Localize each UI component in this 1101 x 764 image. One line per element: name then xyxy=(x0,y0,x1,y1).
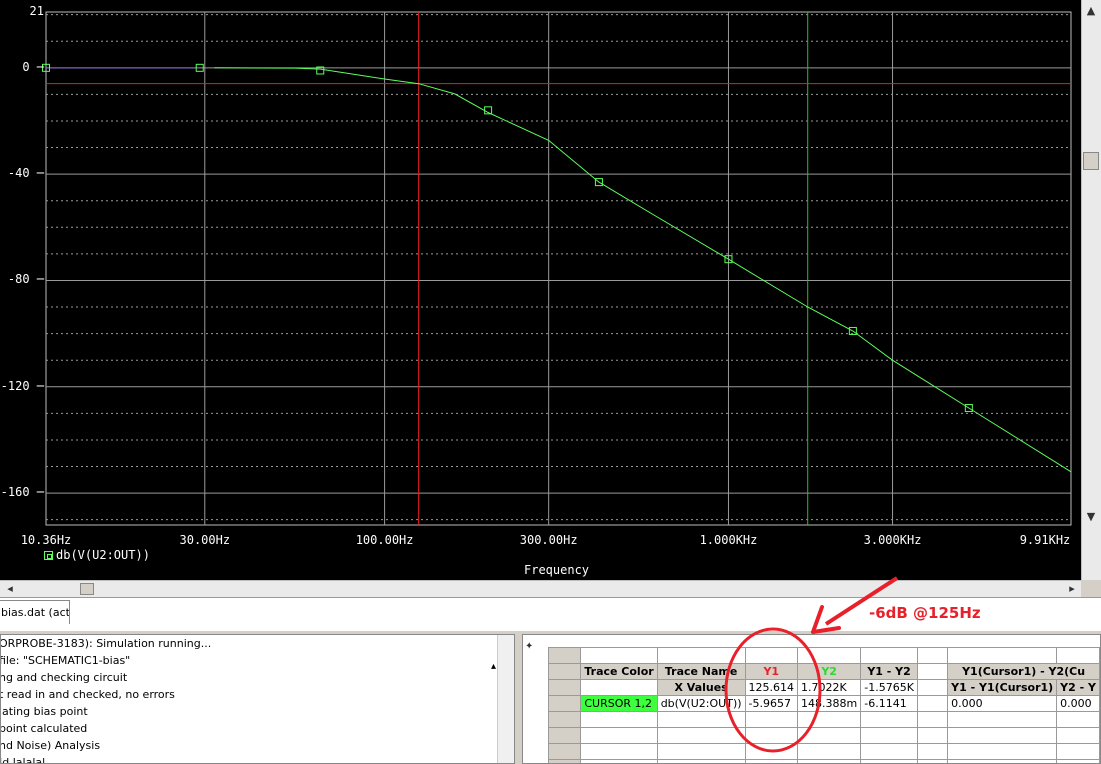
annotation-label: -6dB @125Hz xyxy=(869,604,981,622)
table-row-empty xyxy=(547,711,1100,728)
horizontal-scrollbar[interactable]: ◂ ▸ xyxy=(0,580,1081,597)
header-y1-minus-y2: Y1 - Y2 xyxy=(860,663,918,680)
scroll-left-icon[interactable]: ◂ xyxy=(2,582,18,595)
log-line: file: "SCHEMATIC1-bias" xyxy=(0,654,131,667)
header-y2: Y2 xyxy=(797,663,862,680)
x-tick-label: 30.00Hz xyxy=(179,533,231,547)
x-tick-label: 300.00Hz xyxy=(519,533,578,547)
table-header-row: Trace Color Trace Name Y1 Y2 Y1 - Y2 Y1(… xyxy=(547,663,1100,680)
y-tick-label: -80 ─ xyxy=(7,272,44,287)
pin-icon[interactable]: ✦ xyxy=(525,641,543,652)
log-line: Id lalalal xyxy=(0,756,46,764)
cell-x-values-label: X Values xyxy=(656,679,746,696)
cursor-table: Trace Color Trace Name Y1 Y2 Y1 - Y2 Y1(… xyxy=(547,647,1100,763)
log-caret-icon: ▴ xyxy=(491,661,497,672)
y-tick-label: 21 xyxy=(29,4,44,18)
cursor-lines xyxy=(46,12,1071,525)
table-row-x-values: X Values 125.614 1.7022K -1.5765K Y1 - Y… xyxy=(547,679,1100,696)
header-cursor-diff: Y1(Cursor1) - Y2(Cu xyxy=(947,663,1100,680)
cell-y1-minus-y1c: Y1 - Y1(Cursor1) xyxy=(947,679,1058,696)
header-blank xyxy=(916,663,949,680)
trace-line xyxy=(214,67,1072,473)
panel-toolbar[interactable]: ✦ xyxy=(525,641,543,671)
cell-c2-value[interactable]: 0.000 xyxy=(1056,695,1100,712)
y-tick-label: -120 ─ xyxy=(0,378,44,393)
log-line: lating bias point xyxy=(0,705,88,718)
log-line: nd Noise) Analysis xyxy=(0,739,101,752)
x-tick-label: 1.000KHz xyxy=(699,533,758,547)
tab-simulation-file[interactable]: bias.dat (act... xyxy=(0,600,70,624)
cell xyxy=(916,679,949,696)
vertical-scrollbar[interactable]: ▲ ▼ xyxy=(1081,0,1101,580)
cell-y1-value[interactable]: -5.9657 xyxy=(744,695,799,712)
grid-lines xyxy=(46,12,1071,525)
output-log[interactable]: ORPROBE-3183): Simulation running... file… xyxy=(0,634,515,764)
y-tick-label: -40 ─ xyxy=(7,166,44,181)
scroll-up-icon[interactable]: ▲ xyxy=(1083,4,1099,17)
cell xyxy=(580,679,658,696)
trace-layer xyxy=(214,67,1072,473)
header-y1: Y1 xyxy=(744,663,799,680)
legend[interactable]: db(V(U2:OUT)) xyxy=(44,548,150,562)
header-trace-color: Trace Color xyxy=(580,663,658,680)
log-line: t read in and checked, no errors xyxy=(0,688,175,701)
plot-area[interactable] xyxy=(0,0,1081,580)
legend-label: db(V(U2:OUT)) xyxy=(56,548,150,562)
probe-cursor-panel: ✦ Trace Color Trace Name Y1 Y2 Y1 - Y2 Y… xyxy=(522,634,1101,764)
log-lines: ORPROBE-3183): Simulation running... file… xyxy=(0,635,514,764)
x-tick-label: 3.000KHz xyxy=(863,533,922,547)
square-marker-icon xyxy=(44,550,53,560)
y-tick-label: 0 ─ xyxy=(22,59,44,74)
log-line: point calculated xyxy=(0,722,88,735)
scroll-down-icon[interactable]: ▼ xyxy=(1083,510,1099,523)
cell-trace-name[interactable]: db(V(U2:OUT)) xyxy=(656,695,746,712)
log-line: ng and checking circuit xyxy=(0,671,128,684)
x-tick-label: 100.00Hz xyxy=(355,533,414,547)
horizontal-scroll-thumb[interactable] xyxy=(80,583,94,595)
trace-color-swatch[interactable]: CURSOR 1,2 xyxy=(580,695,658,712)
log-line: ORPROBE-3183): Simulation running... xyxy=(0,637,212,650)
cell-diff-value[interactable]: -6.1141 xyxy=(860,695,918,712)
cell-y2-minus-y: Y2 - Y xyxy=(1056,679,1100,696)
trace-markers xyxy=(42,63,973,413)
table-row-empty xyxy=(547,743,1100,760)
cell xyxy=(916,695,949,712)
plot-frame xyxy=(45,11,1072,526)
cell-x-y1[interactable]: 125.614 xyxy=(744,679,799,696)
cell-c1-value[interactable]: 0.000 xyxy=(947,695,1058,712)
table-row-spacer xyxy=(547,647,1100,664)
table-row-empty xyxy=(547,759,1100,763)
table-row-empty xyxy=(547,727,1100,744)
log-scrollbar[interactable] xyxy=(497,635,514,763)
cell-y2-value[interactable]: 148.388m xyxy=(797,695,862,712)
plot-window[interactable]: 21 0 ─ -40 ─ -80 ─ -120 ─ -160 ─ 10.36Hz 30.00… xyxy=(0,0,1081,580)
cell-x-y2[interactable]: 1.7022K xyxy=(797,679,862,696)
header-trace-name: Trace Name xyxy=(656,663,746,680)
scroll-right-icon[interactable]: ▸ xyxy=(1064,582,1080,595)
x-tick-label: 9.91KHz xyxy=(1019,533,1071,547)
cell-x-diff[interactable]: -1.5765K xyxy=(860,679,918,696)
x-tick-label: 10.36Hz xyxy=(20,533,72,547)
vertical-scroll-thumb[interactable] xyxy=(1083,152,1099,170)
y-tick-label: -160 ─ xyxy=(0,485,44,500)
table-row-trace: CURSOR 1,2 db(V(U2:OUT)) -5.9657 148.388… xyxy=(547,695,1100,712)
x-axis-label: Frequency xyxy=(524,563,590,577)
